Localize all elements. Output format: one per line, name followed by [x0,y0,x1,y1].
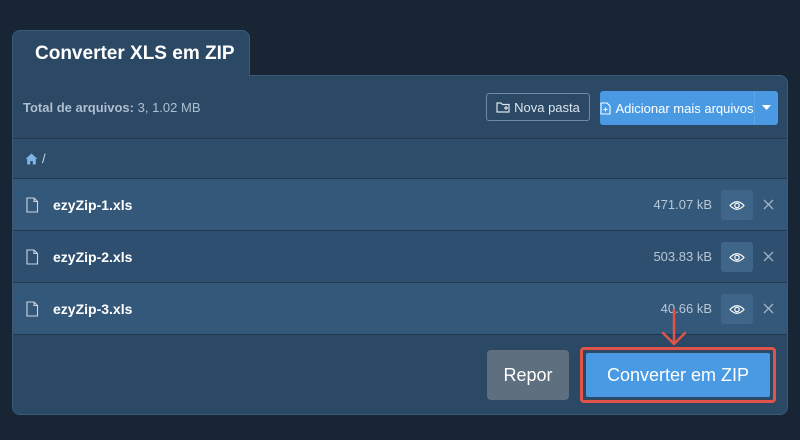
tab-title: Converter XLS em ZIP [35,42,235,64]
add-files-label: Adicionar mais arquivos [615,100,754,116]
add-files-dropdown[interactable] [754,91,778,125]
eye-icon [729,304,745,314]
home-icon[interactable] [25,153,38,165]
close-icon [763,251,773,261]
preview-button[interactable] [721,242,753,272]
convert-to-zip-button[interactable]: Converter em ZIP [586,353,770,397]
reset-label: Repor [503,364,553,385]
remove-file-button[interactable] [758,194,778,214]
new-folder-label: Nova pasta [514,99,580,115]
tool-tab[interactable]: Converter XLS em ZIP [12,30,250,76]
breadcrumb: / [13,138,787,178]
file-row: ezyZip-2.xls 503.83 kB [13,230,787,282]
converter-panel: Total de arquivos: 3, 1.02 MB Nova pasta… [12,75,788,415]
remove-file-button[interactable] [758,298,778,318]
breadcrumb-separator: / [42,151,46,166]
total-files: Total de arquivos: 3, 1.02 MB [23,100,201,115]
preview-button[interactable] [721,190,753,220]
preview-button[interactable] [721,294,753,324]
file-size: 503.83 kB [653,249,712,264]
add-files-main[interactable]: Adicionar mais arquivos [600,91,754,125]
arrow-down-icon [661,309,687,346]
eye-icon [729,200,745,210]
close-icon [763,199,773,209]
file-size: 471.07 kB [653,197,712,212]
file-name: ezyZip-3.xls [53,300,133,317]
file-name: ezyZip-1.xls [53,196,133,213]
folder-plus-icon [496,102,510,113]
new-folder-button[interactable]: Nova pasta [486,93,590,121]
remove-file-button[interactable] [758,246,778,266]
convert-highlight: Converter em ZIP [580,347,776,403]
file-name: ezyZip-2.xls [53,248,133,265]
file-icon [26,196,39,213]
eye-icon [729,252,745,262]
close-icon [763,303,773,313]
total-value: 3, 1.02 MB [137,99,201,115]
file-row: ezyZip-1.xls 471.07 kB [13,178,787,230]
file-icon [26,300,39,317]
reset-button[interactable]: Repor [487,350,569,400]
add-files-button[interactable]: Adicionar mais arquivos [600,91,778,125]
convert-label: Converter em ZIP [606,364,750,385]
file-plus-icon [600,101,612,115]
file-icon [26,248,39,265]
caret-down-icon [762,105,771,110]
total-label: Total de arquivos: [23,99,134,115]
